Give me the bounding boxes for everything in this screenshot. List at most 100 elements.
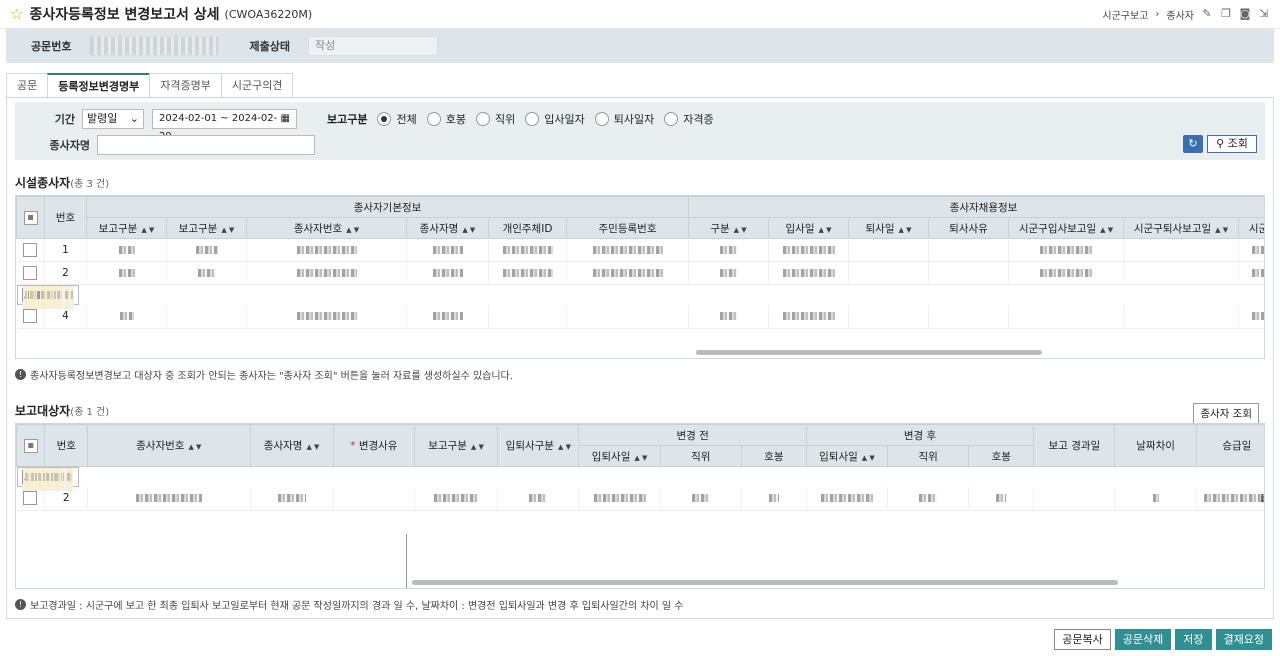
col-hire-date[interactable]: 입사일 ▲ ▼ xyxy=(768,217,849,239)
approval-request-button[interactable]: 결재요청 xyxy=(1215,629,1272,650)
radio-button[interactable] xyxy=(426,112,441,126)
select-all-cell[interactable]: ▪ xyxy=(16,196,45,239)
col-after-inout-date[interactable]: 입퇴사일 ▲ ▼ xyxy=(805,445,889,467)
sort-filter-icon[interactable]: ▲ ▼ xyxy=(818,226,831,234)
breadcrumb-item[interactable]: 종사자 xyxy=(1166,7,1194,22)
tab-official-doc[interactable]: 공문 xyxy=(6,73,49,97)
copy-doc-button[interactable]: 공문복사 xyxy=(1054,629,1111,650)
search-button[interactable]: ⚲ 조회 xyxy=(1207,135,1257,153)
radio-all[interactable]: 전체 xyxy=(377,111,417,127)
tab-change-list[interactable]: 등록정보변경명부 xyxy=(47,73,151,97)
table-row[interactable]: 2 ▦ xyxy=(16,487,1264,511)
col-leave-date[interactable]: 퇴사일 ▲ ▼ xyxy=(848,217,929,239)
sort-filter-icon[interactable]: ▲ ▼ xyxy=(141,226,154,234)
sort-filter-icon[interactable]: ▲ ▼ xyxy=(1100,226,1113,234)
sort-filter-icon[interactable]: ▲ ▼ xyxy=(558,443,571,451)
row-checkbox[interactable] xyxy=(23,309,38,324)
row-checkbox-cell[interactable] xyxy=(16,238,45,262)
period-type-value: 발령일 xyxy=(87,112,118,125)
row-checkbox[interactable] xyxy=(23,266,38,280)
radio-hire-date[interactable]: 입사일자 xyxy=(525,111,585,127)
sort-filter-icon[interactable]: ▲ ▼ xyxy=(862,454,875,462)
radio-position[interactable]: 직위 xyxy=(475,111,515,127)
cell xyxy=(166,261,247,285)
sort-filter-icon[interactable]: ▲ ▼ xyxy=(1215,226,1228,234)
cell xyxy=(806,487,889,511)
calendar-icon[interactable]: ▦ xyxy=(281,110,290,128)
select-all-checkbox[interactable]: ▪ xyxy=(23,210,38,225)
horizontal-scrollbar[interactable] xyxy=(696,350,1042,355)
cell xyxy=(1123,238,1239,262)
row-checkbox[interactable] xyxy=(23,243,38,257)
radio-leave-date[interactable]: 퇴사일자 xyxy=(594,111,654,127)
change-reason-input[interactable] xyxy=(333,487,415,511)
cell xyxy=(406,238,489,262)
horizontal-scrollbar[interactable] xyxy=(412,580,1118,585)
sort-filter-icon[interactable]: ▲ ▼ xyxy=(634,454,647,462)
camera-icon[interactable]: ◙ xyxy=(1239,8,1251,20)
sort-filter-icon[interactable]: ▲ ▼ xyxy=(306,443,319,451)
period-type-select[interactable]: 발령일 ⌄ xyxy=(82,109,144,129)
export-icon[interactable]: ⇲ xyxy=(1258,8,1270,20)
period-label: 기간 xyxy=(54,113,75,126)
table-row[interactable]: 4 xyxy=(16,305,1264,329)
tab-district-opinion[interactable]: 시군구의견 xyxy=(220,73,294,97)
employee-lookup-button[interactable]: 종사자 조회 xyxy=(1193,403,1259,424)
col-district-leave-report[interactable]: 시군구퇴사보고일 ▲ ▼ xyxy=(1123,217,1239,239)
sort-filter-icon[interactable]: ▲ ▼ xyxy=(898,226,911,234)
cell xyxy=(566,238,689,262)
refresh-button[interactable]: ↻ xyxy=(1183,135,1203,153)
col-label: 종사자명 xyxy=(419,222,459,235)
sort-filter-icon[interactable]: ▲ ▼ xyxy=(734,226,747,234)
facility-count: (총 3 건) xyxy=(70,179,110,190)
col-report-type[interactable]: 보고구분 ▲ ▼ xyxy=(86,217,167,239)
calendar-icon[interactable]: ▦ xyxy=(1260,492,1264,504)
main-panel: 기간 발령일⌄ 2024-02-01 ~ 2024-02-29▦ 보고구분 전체… xyxy=(6,97,1274,619)
sort-filter-icon[interactable]: ▲ ▼ xyxy=(346,226,359,234)
delete-doc-button[interactable]: 공문삭제 xyxy=(1114,629,1172,650)
col-employee-no[interactable]: 종사자번호 ▲ ▼ xyxy=(87,424,251,467)
col-employee-name[interactable]: 종사자명 ▲ ▼ xyxy=(406,217,489,239)
sort-filter-icon[interactable]: ▲ ▼ xyxy=(462,226,475,234)
radio-button[interactable] xyxy=(594,112,609,126)
radio-button[interactable] xyxy=(525,112,540,126)
col-district-hire-report[interactable]: 시군구입사보고일 ▲ ▼ xyxy=(1008,217,1124,239)
date-range-input[interactable]: 2024-02-01 ~ 2024-02-29▦ xyxy=(152,109,297,142)
col-employee-no[interactable]: 종사자번호 ▲ ▼ xyxy=(246,217,407,239)
col-category[interactable]: 구분 ▲ ▼ xyxy=(688,217,769,239)
col-promotion-date: 승급일 xyxy=(1195,424,1264,467)
col-employee-name[interactable]: 종사자명 ▲ ▼ xyxy=(249,424,334,467)
col-inout-type[interactable]: 입퇴사구분 ▲ ▼ xyxy=(497,424,580,467)
frozen-divider xyxy=(406,534,407,588)
row-checkbox[interactable] xyxy=(23,491,38,506)
promotion-date-input[interactable]: ▦ xyxy=(67,468,74,491)
col-before-inout-date[interactable]: 입퇴사일 ▲ ▼ xyxy=(578,445,661,467)
save-button[interactable]: 저장 xyxy=(1175,629,1212,650)
promotion-date-input[interactable]: ▦ xyxy=(1196,487,1264,511)
col-report-type[interactable]: 보고구분 ▲ ▼ xyxy=(413,424,499,467)
select-all-checkbox[interactable]: ▪ xyxy=(23,438,38,453)
cell xyxy=(86,305,167,329)
table-row-selected[interactable]: ✓ 3 xyxy=(16,285,79,309)
radio-step[interactable]: 호봉 xyxy=(426,111,466,127)
table-row-selected[interactable]: ✓ 1 ▦ xyxy=(16,467,79,491)
table-row[interactable]: 1 xyxy=(16,238,1264,262)
select-all-cell[interactable]: ▪ xyxy=(16,424,46,467)
sort-filter-icon[interactable]: ▲ ▼ xyxy=(471,443,484,451)
employee-name-input[interactable] xyxy=(97,135,315,155)
row-checkbox-cell[interactable] xyxy=(16,261,45,285)
radio-button[interactable] xyxy=(475,112,490,126)
table-row[interactable]: 2 xyxy=(16,261,1264,285)
breadcrumb-item[interactable]: 시군구보고 xyxy=(1102,7,1148,22)
sort-filter-icon[interactable]: ▲ ▼ xyxy=(188,443,201,451)
col-report-type-2[interactable]: 보고구분 ▲ ▼ xyxy=(166,217,247,239)
copy-icon[interactable]: ❐ xyxy=(1220,8,1232,20)
favorite-star-icon[interactable]: ☆ xyxy=(10,5,23,23)
radio-button[interactable] xyxy=(664,112,679,126)
radio-button[interactable] xyxy=(377,112,392,126)
tab-certificate-list[interactable]: 자격증명부 xyxy=(149,73,222,97)
pin-icon[interactable]: ✎ xyxy=(1201,8,1213,20)
sort-filter-icon[interactable]: ▲ ▼ xyxy=(221,226,234,234)
status-value: 작성 xyxy=(307,36,438,56)
radio-certificate[interactable]: 자격증 xyxy=(664,111,714,127)
